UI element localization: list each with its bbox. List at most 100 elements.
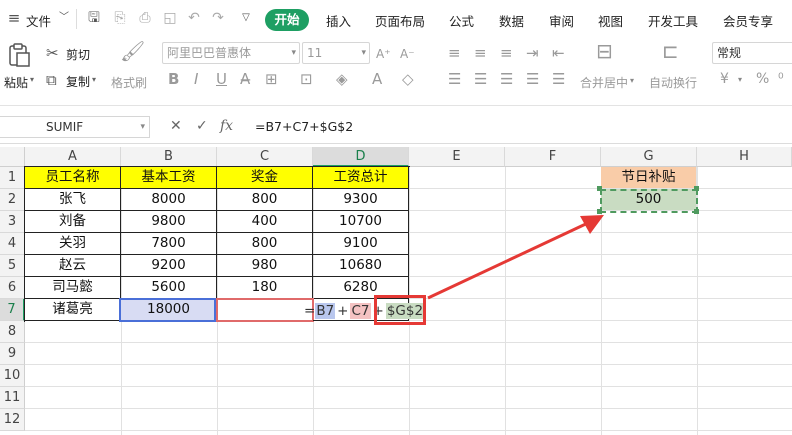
currency-button[interactable]: ¥ bbox=[720, 71, 729, 87]
decrease-font-icon[interactable]: A⁻ bbox=[400, 45, 415, 63]
column-header-e[interactable]: E bbox=[409, 147, 505, 167]
strikethrough-icon[interactable]: A̶ bbox=[240, 70, 250, 88]
eraser-icon[interactable]: ◇ bbox=[402, 70, 414, 88]
format-painter-button[interactable]: 格式刷 bbox=[111, 74, 147, 91]
column-header-a[interactable]: A bbox=[25, 147, 121, 167]
row-header[interactable]: 11 bbox=[0, 387, 25, 409]
column-header-g[interactable]: G bbox=[601, 147, 697, 167]
table-cell[interactable]: 关羽 bbox=[25, 233, 121, 255]
paste-icon[interactable] bbox=[6, 42, 34, 68]
copy-dropdown-icon[interactable]: ▾ bbox=[92, 75, 96, 84]
tab-data[interactable]: 数据 bbox=[499, 11, 524, 30]
paste-button[interactable]: 粘贴 bbox=[4, 74, 28, 91]
wrap-text-icon[interactable]: ⊏ bbox=[662, 41, 679, 61]
row-header[interactable]: 2 bbox=[0, 189, 25, 211]
bonus-header-cell[interactable]: 节日补贴 bbox=[601, 167, 697, 189]
row-header[interactable]: 10 bbox=[0, 365, 25, 387]
row-header[interactable]: 1 bbox=[0, 167, 25, 189]
formula-input[interactable]: =B7+C7+$G$2 bbox=[255, 119, 353, 134]
export-icon[interactable]: ⎘ bbox=[112, 10, 128, 26]
tab-formulas[interactable]: 公式 bbox=[449, 11, 474, 30]
underline-icon[interactable]: U bbox=[216, 70, 227, 88]
table-cell[interactable]: 400 bbox=[217, 211, 313, 233]
column-header-c[interactable]: C bbox=[217, 147, 313, 167]
range-handle[interactable] bbox=[694, 186, 699, 191]
table-cell[interactable]: 5600 bbox=[121, 277, 217, 299]
range-handle[interactable] bbox=[597, 186, 602, 191]
hamburger-menu-icon[interactable]: ≡ bbox=[6, 10, 22, 26]
cancel-icon[interactable]: ✕ bbox=[170, 118, 182, 134]
font-color-icon[interactable]: A bbox=[372, 70, 382, 88]
fill-pattern-icon[interactable]: ⊡ bbox=[300, 70, 313, 88]
table-cell[interactable]: 10700 bbox=[313, 211, 409, 233]
table-cell[interactable]: 9100 bbox=[313, 233, 409, 255]
paste-dropdown-icon[interactable]: ▾ bbox=[30, 75, 34, 84]
column-header-b[interactable]: B bbox=[121, 147, 217, 167]
print-preview-icon[interactable]: ◱ bbox=[162, 10, 178, 26]
row-header[interactable]: 8 bbox=[0, 321, 25, 343]
align-right-icon[interactable]: ☰ bbox=[500, 70, 513, 88]
table-cell[interactable]: 800 bbox=[217, 189, 313, 211]
borders-icon[interactable]: ⊞ bbox=[265, 70, 278, 88]
row-header[interactable]: 7 bbox=[0, 299, 25, 321]
format-painter-icon[interactable]: 🖌 bbox=[120, 41, 145, 61]
align-middle-icon[interactable]: ≡ bbox=[474, 44, 487, 62]
font-name-select[interactable]: 阿里巴巴普惠体 ▾ bbox=[162, 42, 300, 64]
row-header[interactable]: 9 bbox=[0, 343, 25, 365]
cut-button[interactable]: 剪切 bbox=[66, 46, 90, 63]
tab-developer[interactable]: 开发工具 bbox=[648, 11, 698, 30]
select-all-corner[interactable] bbox=[0, 147, 25, 167]
number-format-select[interactable]: 常规 bbox=[712, 42, 792, 64]
table-cell[interactable]: 980 bbox=[217, 255, 313, 277]
table-cell[interactable]: 7800 bbox=[121, 233, 217, 255]
row-header[interactable]: 6 bbox=[0, 277, 25, 299]
table-cell[interactable]: 赵云 bbox=[25, 255, 121, 277]
indent-icon[interactable]: ⇥ bbox=[526, 44, 539, 62]
tab-member[interactable]: 会员专享 bbox=[723, 11, 773, 30]
tab-review[interactable]: 审阅 bbox=[549, 11, 574, 30]
redo-icon[interactable]: ↷ bbox=[210, 10, 226, 26]
table-cell[interactable]: 180 bbox=[217, 277, 313, 299]
align-left-icon[interactable]: ☰ bbox=[448, 70, 461, 88]
merge-dropdown-icon[interactable]: ▾ bbox=[630, 76, 634, 85]
merge-center-button[interactable]: 合并居中 bbox=[580, 74, 628, 91]
range-handle[interactable] bbox=[694, 209, 699, 214]
tab-page-layout[interactable]: 页面布局 bbox=[375, 11, 425, 30]
tab-insert[interactable]: 插入 bbox=[326, 11, 351, 30]
print-icon[interactable]: ⎙ bbox=[137, 10, 153, 26]
percent-button[interactable]: % bbox=[756, 71, 769, 87]
undo-icon[interactable]: ↶ bbox=[186, 10, 202, 26]
table-header-cell[interactable]: 基本工资 bbox=[121, 167, 217, 189]
table-cell[interactable]: 800 bbox=[217, 233, 313, 255]
justify-icon[interactable]: ☰ bbox=[526, 70, 539, 88]
row-header[interactable]: 3 bbox=[0, 211, 25, 233]
merge-cells-icon[interactable]: ⊟ bbox=[596, 41, 613, 61]
align-top-icon[interactable]: ≡ bbox=[448, 44, 461, 62]
outdent-icon[interactable]: ⇤ bbox=[552, 44, 565, 62]
row-header[interactable]: 4 bbox=[0, 233, 25, 255]
tab-view[interactable]: 视图 bbox=[598, 11, 623, 30]
row-header[interactable]: 12 bbox=[0, 409, 25, 431]
column-header-h[interactable]: H bbox=[697, 147, 792, 167]
table-cell[interactable]: 刘备 bbox=[25, 211, 121, 233]
table-cell[interactable]: 10680 bbox=[313, 255, 409, 277]
chevron-down-icon[interactable]: ﹀ bbox=[56, 10, 72, 26]
tab-home[interactable]: 开始 bbox=[265, 9, 309, 31]
save-icon[interactable]: 🖫 bbox=[86, 10, 102, 26]
table-header-cell[interactable]: 工资总计 bbox=[313, 167, 409, 189]
copy-button[interactable]: 复制 bbox=[66, 73, 90, 90]
name-box[interactable]: SUMIF ▾ bbox=[0, 116, 150, 138]
wrap-text-button[interactable]: 自动换行 bbox=[649, 74, 697, 91]
table-cell[interactable]: 9800 bbox=[121, 211, 217, 233]
table-cell[interactable]: 诸葛亮 bbox=[25, 299, 121, 321]
currency-dropdown-icon[interactable]: ▾ bbox=[738, 75, 742, 84]
confirm-icon[interactable]: ✓ bbox=[196, 118, 208, 134]
table-cell[interactable]: 9300 bbox=[313, 189, 409, 211]
copy-icon[interactable]: ⧉ bbox=[46, 71, 57, 89]
italic-icon[interactable]: I bbox=[194, 70, 198, 88]
row-header[interactable]: 5 bbox=[0, 255, 25, 277]
align-bottom-icon[interactable]: ≡ bbox=[500, 44, 513, 62]
thousands-separator-icon[interactable]: ⁰ bbox=[778, 71, 784, 87]
table-cell[interactable]: 张飞 bbox=[25, 189, 121, 211]
font-size-select[interactable]: 11 ▾ bbox=[302, 42, 370, 64]
